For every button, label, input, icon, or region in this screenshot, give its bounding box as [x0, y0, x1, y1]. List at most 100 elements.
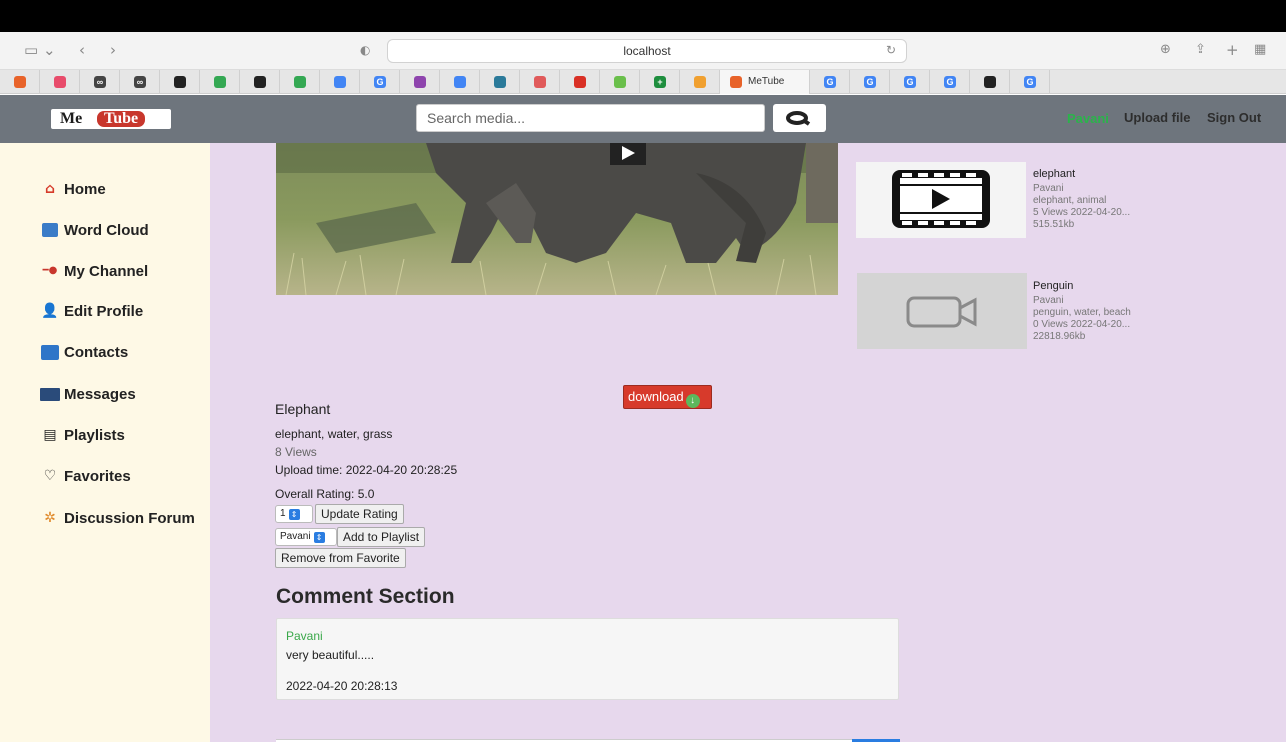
reload-icon[interactable]: ↻	[886, 43, 896, 57]
tab-favicon-green-icon	[614, 76, 626, 88]
browser-tab[interactable]	[160, 70, 200, 94]
browser-tab[interactable]: +	[640, 70, 680, 94]
browser-tab[interactable]	[520, 70, 560, 94]
sidebar-item-home[interactable]: ⌂ Home	[40, 178, 106, 200]
sign-out-link[interactable]: Sign Out	[1207, 110, 1261, 125]
video-tags: elephant, water, grass	[275, 427, 393, 441]
sidebar-item-contacts[interactable]: Contacts	[40, 341, 128, 363]
tab-favicon-teal-icon	[494, 76, 506, 88]
download-button[interactable]: download ↓	[623, 385, 712, 409]
sidebar-item-discussion-forum[interactable]: ✲ Discussion Forum	[40, 507, 195, 529]
sidebar-item-label: Word Cloud	[64, 221, 149, 239]
video-upload-time: Upload time: 2022-04-20 20:28:25	[275, 463, 458, 477]
add-to-playlist-button[interactable]: Add to Playlist	[337, 527, 426, 547]
address-bar[interactable]: localhost ↻	[387, 39, 907, 63]
browser-tab[interactable]	[440, 70, 480, 94]
sidebar-item-messages[interactable]: Messages	[40, 383, 136, 405]
forum-icon: ✲	[44, 510, 56, 526]
browser-tab[interactable]	[280, 70, 320, 94]
metube-logo[interactable]: Me Tube	[51, 109, 171, 129]
browser-tab[interactable]	[200, 70, 240, 94]
update-rating-button[interactable]: Update Rating	[315, 504, 404, 524]
browser-tab-active[interactable]: MeTube	[720, 70, 810, 94]
browser-tab[interactable]: ∞	[80, 70, 120, 94]
sidebar-item-playlists[interactable]: ▤ Playlists	[40, 424, 125, 446]
sidebar-toggle-icon[interactable]: ▭ ⌄	[24, 41, 56, 59]
tab-favicon-google-6-icon: G	[1024, 76, 1036, 88]
privacy-shield-icon[interactable]: ◐	[360, 43, 370, 57]
rating-select-value: 1	[280, 508, 286, 519]
browser-tab[interactable]	[400, 70, 440, 94]
edit-profile-icon: 👤	[41, 303, 59, 319]
browser-tab[interactable]: G	[360, 70, 400, 94]
related-video-views-date: 5 Views 2022-04-20...	[1033, 207, 1131, 218]
forward-icon[interactable]: ›	[110, 41, 116, 59]
contacts-icon	[40, 343, 60, 361]
related-video-thumbnail[interactable]	[856, 162, 1026, 238]
browser-tab[interactable]	[480, 70, 520, 94]
sidebar-item-label: Home	[64, 180, 106, 198]
sidebar-item-my-channel[interactable]: ━● My Channel	[40, 260, 149, 282]
tab-favicon-plus-icon: +	[654, 76, 666, 88]
browser-tab[interactable]	[560, 70, 600, 94]
related-video-size: 22818.96kb	[1033, 331, 1086, 342]
word-cloud-icon	[40, 221, 60, 239]
browser-tab[interactable]: G	[850, 70, 890, 94]
sidebar-item-label: My Channel	[64, 262, 149, 280]
upload-file-link[interactable]: Upload file	[1124, 110, 1190, 125]
tab-favicon-1-icon	[14, 76, 26, 88]
tab-favicon-github-2-icon	[254, 76, 266, 88]
browser-tab[interactable]	[240, 70, 280, 94]
browser-tab[interactable]: ∞	[120, 70, 160, 94]
related-video-info[interactable]: Penguin Pavani penguin, water, beach 0 V…	[1033, 280, 1131, 343]
comment-section-heading: Comment Section	[276, 585, 455, 608]
messages-icon	[40, 385, 60, 403]
remove-from-favorite-button[interactable]: Remove from Favorite	[275, 548, 406, 568]
related-video-title[interactable]: Penguin	[1033, 280, 1131, 292]
comment-time: 2022-04-20 20:28:13	[286, 679, 398, 693]
tab-favicon-dark-icon	[984, 76, 996, 88]
related-video-user: Pavani	[1033, 295, 1064, 306]
browser-tab[interactable]: G	[930, 70, 970, 94]
related-video-title[interactable]: elephant	[1033, 168, 1130, 180]
tab-favicon-red-2-icon	[574, 76, 586, 88]
tab-overview-icon[interactable]: ▦	[1254, 42, 1266, 57]
browser-tab[interactable]	[40, 70, 80, 94]
film-play-icon	[856, 162, 1026, 238]
download-icon[interactable]: ⊕	[1160, 42, 1171, 57]
browser-tab[interactable]	[680, 70, 720, 94]
tab-favicon-drive-icon	[214, 76, 226, 88]
nav-username[interactable]: Pavani	[1067, 111, 1109, 126]
browser-tab[interactable]	[970, 70, 1010, 94]
sidebar-item-label: Messages	[64, 385, 136, 403]
browser-tab[interactable]: G	[890, 70, 930, 94]
sidebar-item-word-cloud[interactable]: Word Cloud	[40, 219, 149, 241]
browser-tab[interactable]	[320, 70, 360, 94]
browser-tab[interactable]	[600, 70, 640, 94]
browser-tab[interactable]: G	[1010, 70, 1050, 94]
tab-favicon-google-5-icon: G	[944, 76, 956, 88]
play-button[interactable]	[610, 143, 646, 165]
comment-user[interactable]: Pavani	[286, 629, 323, 643]
back-icon[interactable]: ‹	[79, 41, 85, 59]
home-icon: ⌂	[44, 181, 56, 197]
related-video-info[interactable]: elephant Pavani elephant, animal 5 Views…	[1033, 168, 1130, 231]
search-input[interactable]: Search media...	[416, 104, 765, 132]
related-video-tags: elephant, animal	[1033, 195, 1107, 206]
tab-favicon-google-2-icon: G	[824, 76, 836, 88]
sidebar-item-edit-profile[interactable]: 👤 Edit Profile	[40, 300, 143, 322]
browser-tab[interactable]: G	[810, 70, 850, 94]
related-video-thumbnail[interactable]	[857, 273, 1027, 349]
playlist-select-value: Pavani	[280, 531, 311, 542]
browser-tab[interactable]	[0, 70, 40, 94]
channel-icon: ━●	[42, 265, 58, 276]
sidebar-item-favorites[interactable]: ♡ Favorites	[40, 465, 131, 487]
video-player[interactable]	[276, 143, 838, 295]
share-icon[interactable]: ⇪	[1195, 42, 1206, 57]
search-button[interactable]	[773, 104, 826, 132]
tab-favicon-google-icon: G	[374, 76, 386, 88]
rating-select[interactable]: 1 ⇕	[275, 505, 313, 523]
new-tab-icon[interactable]: +	[1226, 41, 1239, 59]
related-video-tags: penguin, water, beach	[1033, 307, 1131, 318]
playlist-select[interactable]: Pavani ⇕	[275, 528, 337, 546]
